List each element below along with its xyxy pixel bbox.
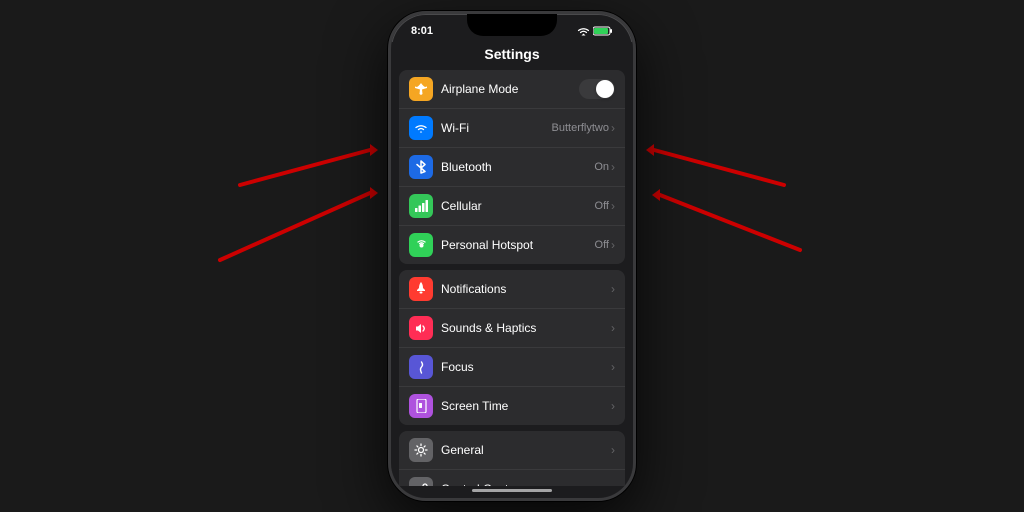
focus-chevron: › — [611, 360, 615, 374]
control-center-icon — [409, 477, 433, 486]
notifications-chevron: › — [611, 282, 615, 296]
airplane-label: Airplane Mode — [441, 82, 575, 96]
control-center-chevron: › — [611, 482, 615, 486]
cellular-chevron: › — [611, 199, 615, 213]
airplane-toggle[interactable] — [579, 79, 615, 99]
screentime-label: Screen Time — [441, 399, 611, 413]
screentime-icon — [409, 394, 433, 418]
settings-item-hotspot[interactable]: Personal Hotspot Off › — [399, 226, 625, 264]
bluetooth-value: On — [594, 161, 609, 173]
scroll-indicator — [472, 489, 552, 492]
notch — [467, 14, 557, 36]
notifications-icon — [409, 277, 433, 301]
settings-item-screentime[interactable]: Screen Time › — [399, 387, 625, 425]
settings-list[interactable]: Airplane Mode Wi-Fi Butterflytwo › — [391, 70, 633, 486]
wifi-label: Wi-Fi — [441, 121, 552, 135]
cellular-value: Off — [595, 200, 609, 212]
wifi-status-icon — [577, 26, 590, 36]
sounds-icon — [409, 316, 433, 340]
connectivity-group: Airplane Mode Wi-Fi Butterflytwo › — [391, 70, 633, 264]
sounds-label: Sounds & Haptics — [441, 321, 611, 335]
hotspot-icon — [409, 233, 433, 257]
phone-frame: 8:01 Settings — [388, 11, 636, 501]
alerts-group: Notifications › Sounds & Haptics › F — [391, 270, 633, 425]
wifi-chevron: › — [611, 121, 615, 135]
settings-item-cellular[interactable]: Cellular Off › — [399, 187, 625, 226]
settings-title: Settings — [391, 42, 633, 70]
notifications-label: Notifications — [441, 282, 611, 296]
battery-status-icon — [593, 26, 613, 36]
control-center-label: Control Center — [441, 482, 611, 486]
hotspot-chevron: › — [611, 238, 615, 252]
settings-item-focus[interactable]: Focus › — [399, 348, 625, 387]
bluetooth-icon — [409, 155, 433, 179]
settings-item-sounds[interactable]: Sounds & Haptics › — [399, 309, 625, 348]
general-label: General — [441, 443, 611, 457]
wifi-icon — [409, 116, 433, 140]
settings-item-general[interactable]: General › — [399, 431, 625, 470]
focus-icon — [409, 355, 433, 379]
bluetooth-chevron: › — [611, 160, 615, 174]
settings-item-control-center[interactable]: Control Center › — [399, 470, 625, 486]
bluetooth-label: Bluetooth — [441, 160, 594, 174]
hotspot-value: Off — [595, 239, 609, 251]
settings-item-wifi[interactable]: Wi-Fi Butterflytwo › — [399, 109, 625, 148]
hotspot-label: Personal Hotspot — [441, 238, 595, 252]
focus-label: Focus — [441, 360, 611, 374]
settings-item-airplane[interactable]: Airplane Mode — [399, 70, 625, 109]
general-chevron: › — [611, 443, 615, 457]
screentime-chevron: › — [611, 399, 615, 413]
status-icons — [577, 26, 613, 36]
wifi-value: Butterflytwo — [552, 122, 609, 134]
airplane-icon — [409, 77, 433, 101]
sounds-chevron: › — [611, 321, 615, 335]
settings-screen: Settings Airplane Mode Wi-Fi — [391, 42, 633, 498]
status-time: 8:01 — [411, 25, 433, 37]
general-icon — [409, 438, 433, 462]
settings-item-notifications[interactable]: Notifications › — [399, 270, 625, 309]
system-group: General › Control Center › AA Display — [391, 431, 633, 486]
cellular-icon — [409, 194, 433, 218]
settings-item-bluetooth[interactable]: Bluetooth On › — [399, 148, 625, 187]
cellular-label: Cellular — [441, 199, 595, 213]
